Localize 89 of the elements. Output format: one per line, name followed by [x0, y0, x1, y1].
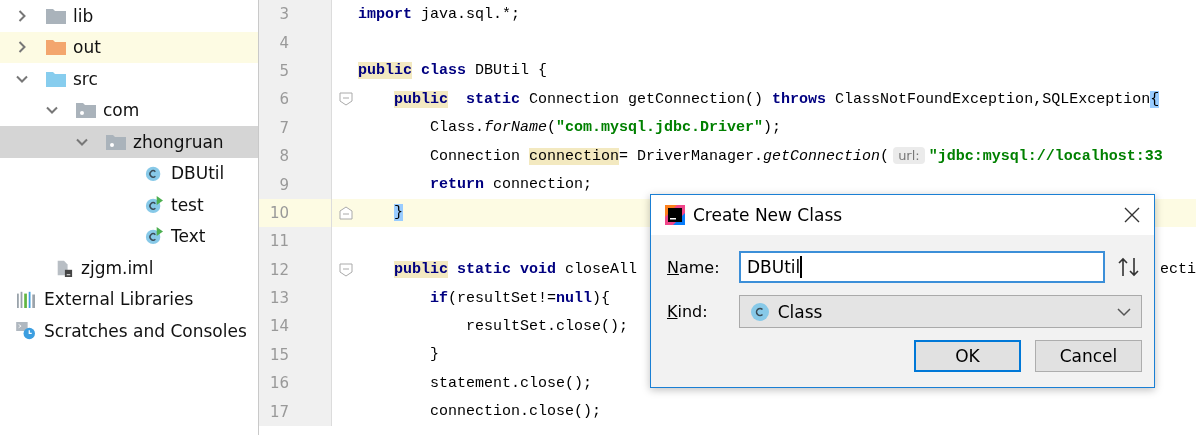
line-number: 7	[278, 118, 289, 137]
parameter-hint: url:	[893, 146, 925, 164]
highlighted-word: connection	[529, 147, 620, 165]
line-number: 14	[268, 317, 289, 336]
highlighted-keyword: public	[394, 261, 448, 279]
name-field[interactable]: DBUtil	[739, 251, 1105, 283]
kind-label: Kind:	[667, 302, 709, 321]
folder-icon	[46, 6, 66, 25]
code-text: Class.	[430, 119, 484, 137]
chevron-right-icon[interactable]	[16, 9, 28, 22]
tree-item[interactable]: External Libraries	[0, 283, 258, 315]
tree-item[interactable]: zjgm.iml	[0, 252, 258, 284]
code-text: Connection	[430, 147, 521, 165]
keyword: return	[430, 176, 484, 194]
code-text: (resultSet!=	[448, 289, 557, 307]
tree-item[interactable]: out	[0, 31, 258, 63]
code-text: closeAll	[564, 261, 638, 279]
keyword: throws	[772, 90, 827, 108]
string-literal: "com.mysql.jdbc.Driver"	[556, 119, 764, 137]
kind-dropdown[interactable]: Class	[738, 295, 1142, 328]
code-text: );	[763, 119, 782, 137]
line-number: 10	[268, 203, 289, 222]
highlighted-brace: {	[1150, 90, 1160, 108]
code-text: Connection getConnection()	[528, 90, 765, 108]
code-text: DBUtil {	[474, 62, 548, 80]
fold-start-icon[interactable]	[339, 92, 353, 107]
folder-icon	[46, 38, 66, 57]
tree-item[interactable]: test	[0, 189, 258, 221]
line-number: 13	[268, 289, 289, 308]
code-text: (	[547, 119, 557, 137]
line-number: 5	[278, 61, 289, 80]
string-literal: "jdbc:mysql://localhost:33	[928, 147, 1163, 165]
runnable-class-icon	[144, 227, 164, 246]
keyword: class	[420, 62, 467, 80]
line-number: 11	[268, 232, 289, 251]
code-text: ){	[592, 289, 611, 307]
code-text: connection.close();	[430, 403, 602, 421]
chevron-right-icon[interactable]	[16, 41, 28, 54]
sort-arrows-icon[interactable]	[1117, 257, 1141, 277]
fold-start-icon[interactable]	[339, 262, 353, 277]
dialog-button[interactable]: OK	[914, 340, 1021, 372]
code-text: connection;	[492, 176, 593, 194]
line-number: 9	[278, 175, 289, 194]
code-text: (	[880, 147, 890, 165]
close-icon[interactable]	[1124, 207, 1140, 223]
app-logo-icon	[665, 205, 685, 225]
package-icon	[106, 132, 126, 151]
code-text: }	[430, 346, 439, 364]
code-text: java.sql.*;	[420, 5, 521, 23]
code-text: ClassNotFoundException,SQLException	[834, 90, 1151, 108]
class-icon	[749, 301, 770, 322]
keyword: import	[358, 5, 412, 23]
line-number: 6	[278, 90, 289, 109]
code-text: statement.close();	[430, 374, 593, 392]
highlighted-keyword: public	[358, 62, 412, 80]
chevron-down-icon	[1117, 306, 1131, 317]
runnable-class-icon	[144, 195, 164, 214]
keyword: static	[465, 90, 521, 108]
line-number: 8	[278, 147, 289, 166]
folder-icon	[46, 69, 66, 88]
scratches-icon	[15, 321, 37, 340]
libraries-icon	[15, 290, 37, 309]
keyword: if	[430, 289, 448, 307]
tree-item[interactable]: zhongruan	[0, 126, 258, 158]
line-number: 4	[278, 33, 289, 52]
tree-item[interactable]: lib	[0, 0, 258, 32]
line-number: 15	[268, 345, 289, 364]
keyword: static void	[456, 261, 557, 279]
dialog-title: Create New Class	[693, 205, 844, 225]
line-number: 12	[268, 260, 289, 279]
line-number: 16	[268, 374, 289, 393]
code-text: = DriverManager.	[619, 147, 764, 165]
tree-item[interactable]: Text	[0, 220, 258, 252]
code-text: resultSet.close();	[466, 318, 629, 335]
tree-item[interactable]: src	[0, 63, 258, 95]
method-name: getConnection	[763, 147, 881, 165]
dialog-button[interactable]: Cancel	[1035, 340, 1142, 372]
highlighted-keyword: public	[394, 90, 448, 108]
code-text: ecti	[1160, 261, 1196, 279]
tree-item[interactable]: com	[0, 94, 258, 126]
highlighted-brace: }	[394, 204, 403, 222]
tree-item[interactable]: Scratches and Consoles	[0, 315, 258, 347]
method-name: forName	[484, 119, 548, 137]
tree-item[interactable]: DBUtil	[0, 157, 258, 189]
package-icon	[76, 101, 96, 120]
name-label: Name:	[667, 257, 721, 277]
line-number: 17	[268, 402, 289, 421]
line-number: 3	[278, 5, 289, 24]
keyword: null	[556, 289, 593, 307]
